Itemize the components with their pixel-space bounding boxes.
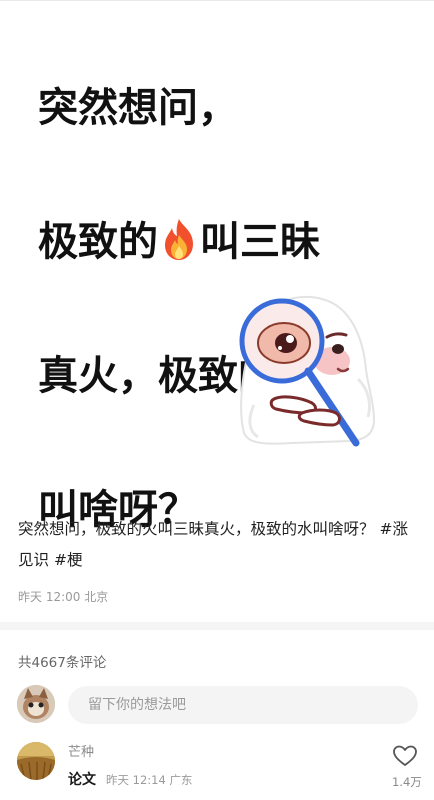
top-border (0, 0, 434, 1)
comment-meta: 昨天 12:14 广东 (106, 773, 193, 787)
comment-input[interactable] (68, 686, 418, 724)
post-timestamp-location: 昨天 12:00 北京 (18, 590, 109, 604)
magnifier-sticker-image (239, 295, 376, 447)
avatar-image (17, 742, 55, 780)
post-body: 突然想问，极致的火叫三昧真火，极致的水叫啥呀？ (18, 520, 375, 538)
comment-text: 论文 (68, 772, 96, 788)
title-line-2-b: 叫三昧 (200, 219, 320, 265)
hashtag-link[interactable]: #梗 (54, 551, 83, 569)
current-user-avatar[interactable] (17, 685, 55, 723)
comment-avatar[interactable] (17, 742, 55, 780)
title-line-2-a: 极致的 (38, 219, 158, 265)
heart-outline-icon[interactable] (392, 744, 418, 768)
like-count: 1.4万 (392, 775, 422, 789)
fire-emoji-icon (165, 219, 193, 260)
post-text: 突然想问，极致的火叫三昧真火，极致的水叫啥呀？ #涨见识 #梗 (18, 514, 418, 576)
avatar-image (17, 685, 55, 723)
section-divider (0, 622, 434, 630)
comment-username[interactable]: 芒种 (68, 741, 94, 760)
title-line-2: 极致的 叫三昧 (38, 209, 418, 276)
title-line-1: 突然想问， (38, 85, 238, 131)
comments-count: 共4667条评论 (18, 655, 107, 671)
